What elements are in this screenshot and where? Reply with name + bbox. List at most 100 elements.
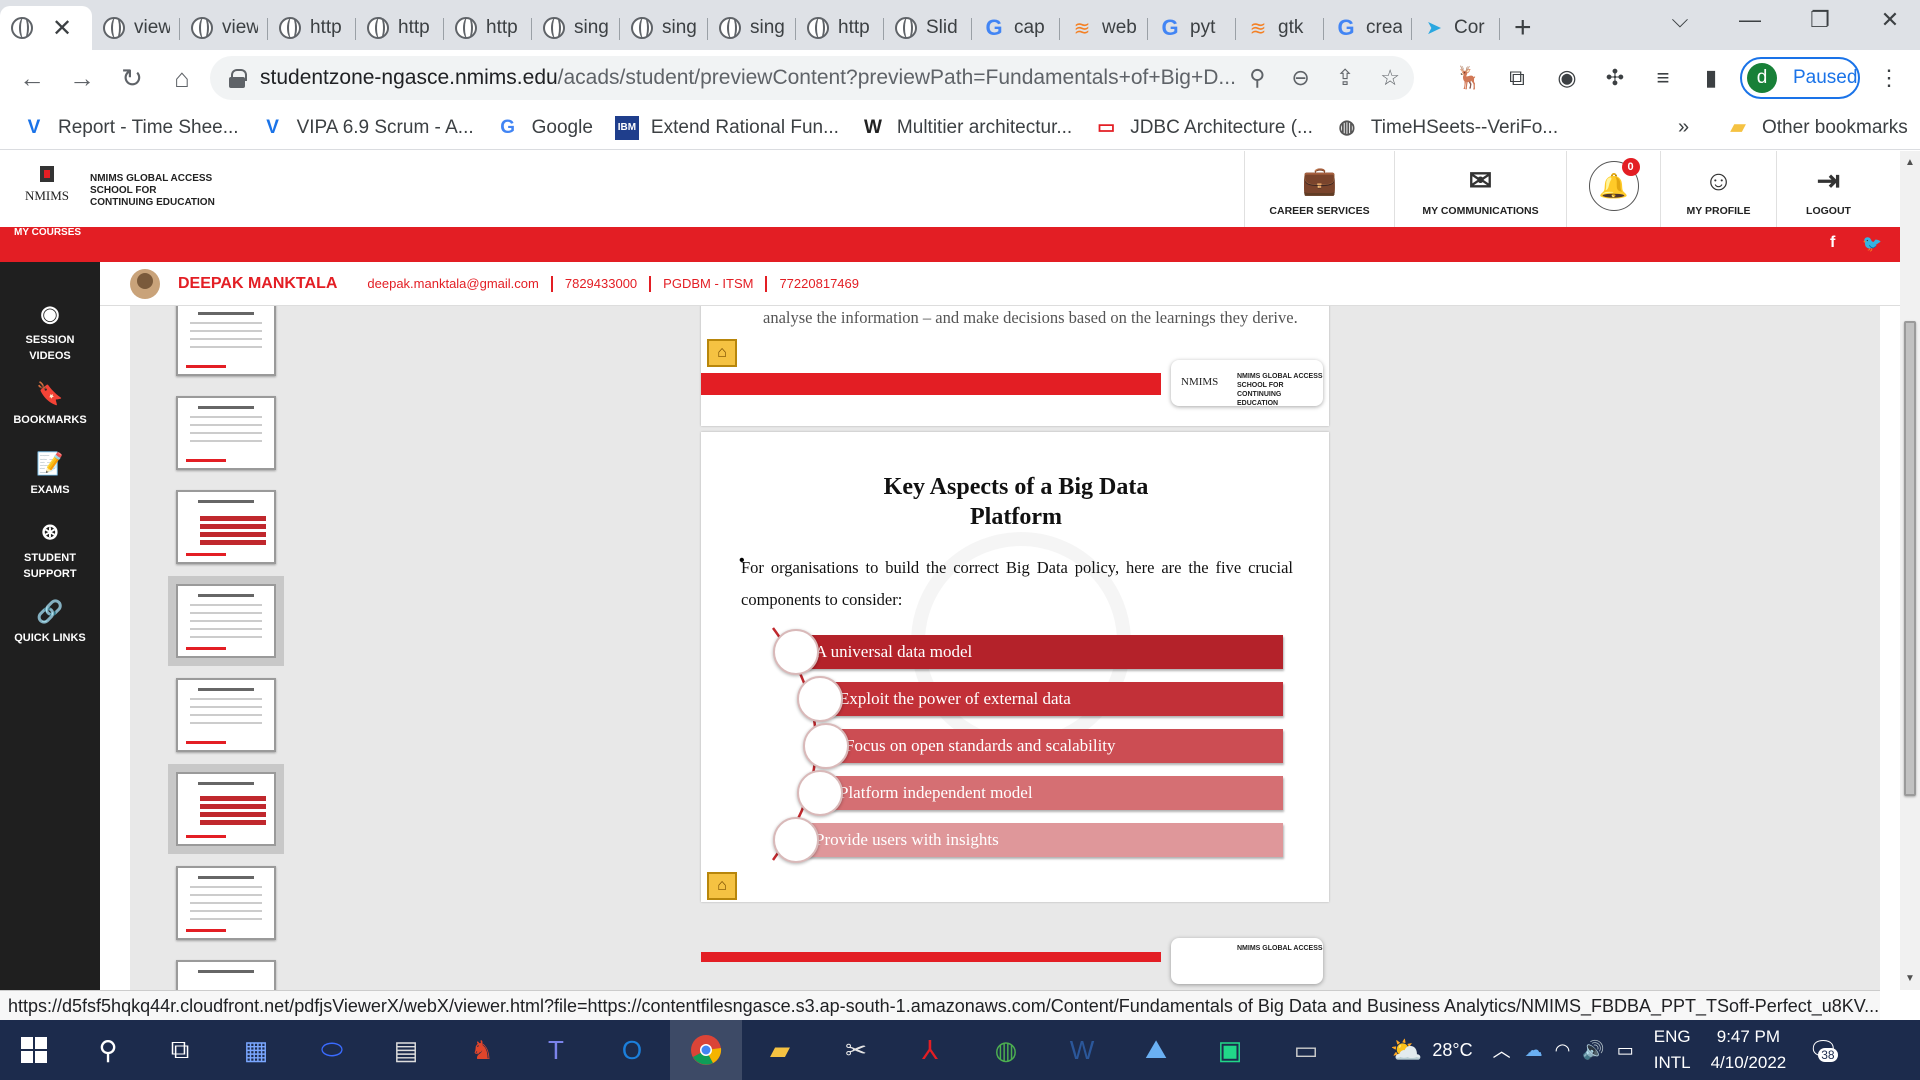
- tab-4[interactable]: http: [444, 6, 532, 50]
- bookmark-item[interactable]: G Google: [496, 116, 593, 140]
- lock-icon[interactable]: [228, 69, 247, 88]
- weather-temp[interactable]: 28°C: [1432, 1040, 1472, 1061]
- pdf-viewer[interactable]: analyse the information – and make decis…: [130, 306, 1880, 990]
- acrobat-icon[interactable]: ⅄: [910, 1030, 950, 1070]
- tab-11[interactable]: ≋ web: [1060, 6, 1148, 50]
- address-bar[interactable]: studentzone-ngasce.nmims.edu/acads/stude…: [210, 56, 1414, 100]
- thumbnail-sidebar[interactable]: [130, 306, 290, 990]
- pycharm-icon[interactable]: ▣: [1210, 1030, 1250, 1070]
- bookmark-item[interactable]: ▭ JDBC Architecture (...: [1094, 116, 1313, 140]
- tab-5[interactable]: sing: [532, 6, 620, 50]
- close-window-button[interactable]: ✕: [1860, 0, 1920, 40]
- zoom-icon[interactable]: ⊖: [1291, 65, 1309, 91]
- bookmark-item[interactable]: V VIPA 6.9 Scrum - A...: [261, 116, 473, 140]
- tab-0[interactable]: view: [92, 6, 180, 50]
- twitter-icon[interactable]: 🐦: [1862, 234, 1882, 254]
- scrollbar-thumb[interactable]: [1904, 321, 1916, 796]
- extension-icon-1[interactable]: 🦌: [1452, 56, 1486, 100]
- sidebar-item-session-videos[interactable]: ◉ SESSION VIDEOS: [0, 303, 100, 364]
- onedrive-icon[interactable]: ☁: [1525, 1040, 1543, 1061]
- close-tab-icon[interactable]: ✕: [52, 14, 72, 43]
- battery-icon[interactable]: ▭: [1617, 1040, 1634, 1061]
- thumbnail-page[interactable]: [176, 490, 276, 564]
- tab-2[interactable]: http: [268, 6, 356, 50]
- app-icon-3[interactable]: ▤: [386, 1030, 426, 1070]
- tab-6[interactable]: sing: [620, 6, 708, 50]
- volume-icon[interactable]: 🔊: [1582, 1040, 1604, 1061]
- tab-13[interactable]: ≋ gtk: [1236, 6, 1324, 50]
- extension-icon-2[interactable]: ⧉: [1500, 56, 1534, 100]
- tab-search-icon[interactable]: ⌵: [1650, 0, 1710, 40]
- tab-8[interactable]: http: [796, 6, 884, 50]
- new-tab-button[interactable]: +: [1500, 6, 1546, 50]
- notification-center-icon[interactable]: 🗨38: [1808, 1036, 1838, 1065]
- tab-12[interactable]: Gpyt: [1148, 6, 1236, 50]
- sidebar-item-quick-links[interactable]: 🔗 QUICK LINKS: [0, 601, 100, 646]
- career-services-link[interactable]: 💼 CAREER SERVICES: [1244, 151, 1394, 227]
- home-icon[interactable]: ⌂: [707, 872, 737, 900]
- outlook-icon[interactable]: O: [612, 1030, 652, 1070]
- task-view-icon[interactable]: ⧉: [160, 1030, 200, 1070]
- side-panel-icon[interactable]: ▮: [1694, 56, 1728, 100]
- chevron-up-icon[interactable]: ︿: [1493, 1037, 1511, 1063]
- file-explorer-icon[interactable]: ▰: [760, 1030, 800, 1070]
- back-button[interactable]: ←: [10, 56, 54, 100]
- more-bookmarks-button[interactable]: »: [1678, 116, 1689, 139]
- home-button[interactable]: ⌂: [160, 56, 204, 100]
- star-icon[interactable]: ☆: [1380, 65, 1400, 91]
- my-courses-link[interactable]: MY COURSES: [14, 227, 81, 238]
- thumbnail-page[interactable]: [176, 678, 276, 752]
- weather-icon[interactable]: ⛅: [1390, 1035, 1422, 1066]
- wifi-icon[interactable]: ◠: [1555, 1040, 1571, 1061]
- tab-1[interactable]: view: [180, 6, 268, 50]
- notifications-link[interactable]: 🔔 0: [1566, 151, 1660, 227]
- bookmark-item[interactable]: W Multitier architectur...: [861, 116, 1072, 140]
- sidebar-item-bookmarks[interactable]: 🔖 BOOKMARKS: [0, 383, 100, 428]
- tab-10[interactable]: Gcap: [972, 6, 1060, 50]
- word-icon[interactable]: W: [1062, 1030, 1102, 1070]
- page-scrollbar[interactable]: ▲ ▼: [1900, 151, 1920, 990]
- my-profile-link[interactable]: ☺ MY PROFILE: [1660, 151, 1776, 227]
- location-icon[interactable]: ⚲: [1249, 65, 1265, 91]
- share-icon[interactable]: ⇪: [1336, 65, 1354, 91]
- app-icon-1[interactable]: ▦: [236, 1030, 276, 1070]
- tab-7[interactable]: sing: [708, 6, 796, 50]
- app-icon-6[interactable]: ◍: [986, 1030, 1026, 1070]
- language-indicator[interactable]: ENG INTL: [1654, 1024, 1691, 1076]
- scroll-up-icon[interactable]: ▲: [1905, 157, 1915, 168]
- restore-button[interactable]: ❐: [1790, 0, 1850, 40]
- facebook-icon[interactable]: f: [1830, 234, 1835, 252]
- profile-button[interactable]: d Paused: [1740, 57, 1860, 99]
- clock[interactable]: 9:47 PM 4/10/2022: [1711, 1024, 1787, 1076]
- photos-icon[interactable]: ⛰: [1136, 1030, 1176, 1070]
- home-icon[interactable]: ⌂: [707, 339, 737, 367]
- minimize-button[interactable]: —: [1720, 0, 1780, 40]
- tab-9[interactable]: Slid: [884, 6, 972, 50]
- my-communications-link[interactable]: ✉ MY COMMUNICATIONS: [1394, 151, 1566, 227]
- thumbnail-page[interactable]: [176, 306, 276, 376]
- terminal-icon[interactable]: ▭: [1286, 1030, 1326, 1070]
- app-icon-4[interactable]: ♞: [462, 1030, 502, 1070]
- logout-link[interactable]: ⇥ LOGOUT: [1776, 151, 1880, 227]
- other-bookmarks[interactable]: ▰ Other bookmarks: [1726, 116, 1908, 140]
- nmims-logo[interactable]: NMIMS: [20, 164, 74, 216]
- search-icon[interactable]: ⚲: [88, 1030, 128, 1070]
- forward-button[interactable]: →: [60, 56, 104, 100]
- thumbnail-page[interactable]: [176, 960, 276, 990]
- app-icon-2[interactable]: ⬭: [312, 1030, 352, 1070]
- tab-15[interactable]: ➤ Cor: [1412, 6, 1500, 50]
- teams-icon[interactable]: T: [536, 1030, 576, 1070]
- scroll-down-icon[interactable]: ▼: [1905, 973, 1915, 984]
- menu-icon[interactable]: ⋮: [1872, 56, 1906, 100]
- windows-start-icon[interactable]: [14, 1030, 54, 1070]
- extension-icon-3[interactable]: ◉: [1550, 56, 1584, 100]
- url-text[interactable]: studentzone-ngasce.nmims.edu/acads/stude…: [260, 66, 1240, 90]
- bookmark-item[interactable]: ◍ TimeHSeets--VeriFo...: [1335, 116, 1559, 140]
- app-icon-5[interactable]: ✂: [836, 1030, 876, 1070]
- media-icon[interactable]: ≡: [1646, 56, 1680, 100]
- tab-14[interactable]: Gcrea: [1324, 6, 1412, 50]
- puzzle-icon[interactable]: ✣: [1598, 56, 1632, 100]
- reload-button[interactable]: ↻: [110, 56, 154, 100]
- thumbnail-page[interactable]: [176, 396, 276, 470]
- bookmark-item[interactable]: IBM Extend Rational Fun...: [614, 115, 839, 140]
